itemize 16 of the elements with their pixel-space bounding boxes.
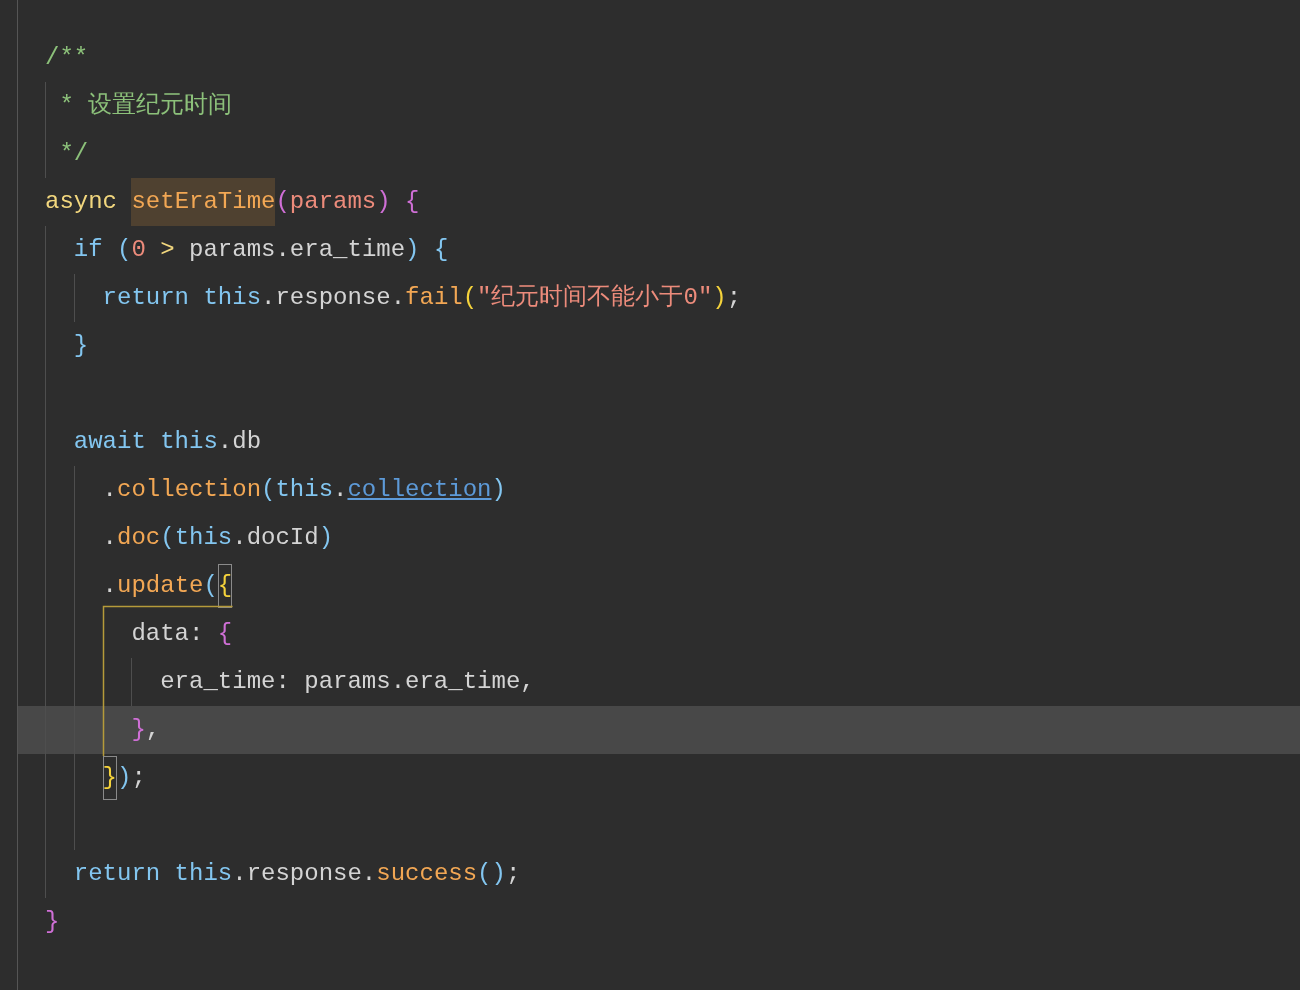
code-line: }); bbox=[45, 754, 146, 802]
code-line: /** bbox=[45, 43, 89, 73]
code-line: if (0 > params.era_time) { bbox=[72, 235, 449, 265]
code-line: return this.response.success(); bbox=[72, 859, 521, 889]
code-line: return this.response.fail("纪元时间不能小于0"); bbox=[101, 283, 742, 313]
code-line: .collection(this.collection) bbox=[101, 475, 506, 505]
code-line: } bbox=[45, 907, 60, 937]
code-line: .doc(this.docId) bbox=[101, 523, 334, 553]
code-line: async setEraTime(params) { bbox=[45, 178, 420, 226]
code-line: await this.db bbox=[72, 427, 262, 457]
code-line: data: { bbox=[130, 619, 233, 649]
code-line: }, bbox=[130, 715, 161, 745]
code-line: * 设置纪元时间 bbox=[58, 91, 233, 121]
code-line: } bbox=[72, 331, 89, 361]
code-line: era_time: params.era_time, bbox=[159, 667, 535, 697]
code-line: */ bbox=[58, 139, 89, 169]
